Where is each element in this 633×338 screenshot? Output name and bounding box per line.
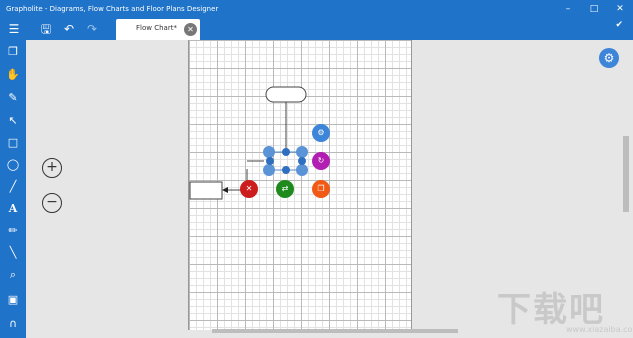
connector-icon[interactable]: ╲	[4, 244, 22, 262]
image-icon[interactable]: ▣	[4, 291, 22, 309]
watermark-logo: 下载吧	[497, 290, 605, 330]
connection-point[interactable]	[298, 157, 306, 165]
ellipse-icon[interactable]: ◯	[4, 156, 22, 174]
rotate-icon[interactable]: ↻	[312, 152, 330, 170]
text-icon[interactable]: A	[4, 200, 22, 218]
hamburger-icon[interactable]: ☰	[5, 20, 23, 38]
close-button[interactable]: ✕	[607, 0, 633, 18]
pointer-icon[interactable]: ↖	[4, 112, 22, 130]
connection-point[interactable]	[282, 148, 290, 156]
horizontal-scrollbar[interactable]	[212, 329, 458, 333]
drawing-page[interactable]	[188, 40, 412, 330]
magnet-icon[interactable]: ∩	[4, 315, 22, 333]
maximize-button[interactable]: □	[581, 0, 607, 18]
tool-rail: ❐ ✋ ✎ ↖ □ ◯ ╱ A ✏ ╲ ⌕ ▣ ∩	[0, 40, 26, 338]
new-page-icon[interactable]: ❐	[4, 43, 22, 61]
app-window: Grapholite - Diagrams, Flow Charts and F…	[0, 0, 633, 338]
zoom-in-button[interactable]: +	[42, 158, 62, 178]
save-icon[interactable]: 🖫	[37, 20, 55, 38]
connection-point[interactable]	[266, 157, 274, 165]
gear-icon[interactable]: ⚙	[599, 48, 619, 68]
shape-settings-icon[interactable]: ⚙	[312, 124, 330, 142]
copy-icon[interactable]: ❐	[312, 180, 330, 198]
resize-handle[interactable]	[263, 164, 275, 176]
hand-icon[interactable]: ✋	[4, 66, 22, 84]
connection-point[interactable]	[282, 166, 290, 174]
tab-flow-chart[interactable]: Flow Chart* ✕	[116, 19, 200, 40]
undo-icon[interactable]: ↶	[60, 20, 78, 38]
delete-icon[interactable]: ✕	[240, 180, 258, 198]
resize-handle[interactable]	[296, 164, 308, 176]
title-bar: Grapholite - Diagrams, Flow Charts and F…	[0, 0, 633, 18]
rectangle-icon[interactable]: □	[4, 134, 22, 152]
line-icon[interactable]: ╱	[4, 178, 22, 196]
pencil-icon[interactable]: ✏	[4, 222, 22, 240]
tab-close-icon[interactable]: ✕	[184, 23, 197, 36]
swap-icon[interactable]: ⇄	[276, 180, 294, 198]
pin-icon[interactable]: ✔	[615, 20, 623, 30]
watermark-url: www.xiazaiba.com	[566, 325, 633, 334]
window-title: Grapholite - Diagrams, Flow Charts and F…	[6, 5, 219, 13]
tab-label: Flow Chart*	[136, 24, 177, 32]
toolbar: ☰ 🖫 ↶ ↷	[0, 18, 633, 40]
vertical-scrollbar[interactable]	[623, 136, 629, 212]
zoom-out-button[interactable]: −	[42, 193, 62, 213]
zoom-icon[interactable]: ⌕	[4, 266, 22, 284]
pen-icon[interactable]: ✎	[4, 89, 22, 107]
minimize-button[interactable]: –	[555, 0, 581, 18]
redo-icon[interactable]: ↷	[83, 20, 101, 38]
